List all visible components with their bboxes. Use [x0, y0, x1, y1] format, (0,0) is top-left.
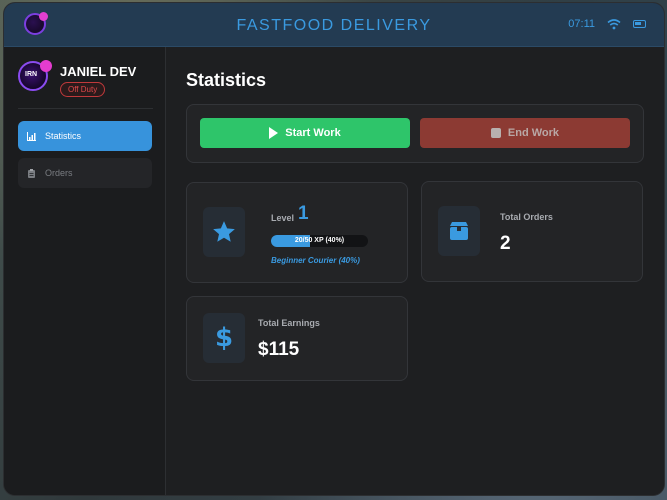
xp-text: 20/50 XP (40%) — [294, 237, 345, 244]
avatar: IRN — [18, 60, 52, 91]
dollar-icon: $ — [214, 323, 234, 353]
status-badge[interactable]: Off Duty — [60, 82, 106, 97]
end-work-label: End Work — [507, 127, 560, 139]
chart-icon — [27, 131, 36, 141]
sidebar-item-label: Orders — [45, 168, 73, 178]
sidebar-divider — [18, 108, 153, 109]
level-value: 1 — [298, 203, 309, 224]
orders-card: Total Orders 2 — [421, 181, 643, 282]
star-icon — [213, 221, 235, 242]
wifi-icon — [607, 19, 621, 30]
level-label: Level — [271, 213, 295, 223]
main-content: Statistics Start Work End Work Level 1 2… — [167, 47, 664, 495]
earnings-value: $115 — [258, 339, 300, 360]
level-card: Level 1 20/50 XP (40%) Beginner Courier … — [186, 182, 408, 283]
clipboard-icon — [28, 168, 35, 178]
rank-text: Beginner Courier (40%) — [271, 256, 360, 265]
app-window: FASTFOOD DELIVERY 07:11 IRN JANIEL DEV O… — [3, 2, 665, 496]
end-work-button[interactable]: End Work — [420, 118, 630, 148]
app-title: FASTFOOD DELIVERY — [236, 17, 432, 34]
profile-name: JANIEL DEV — [60, 64, 137, 79]
earnings-card: $ Total Earnings $115 — [186, 296, 408, 381]
start-work-label: Start Work — [285, 127, 341, 139]
play-icon — [269, 127, 279, 139]
top-bar: FASTFOOD DELIVERY 07:11 — [4, 3, 664, 47]
earnings-label: Total Earnings — [258, 318, 320, 328]
orders-label: Total Orders — [500, 212, 553, 222]
stop-icon — [490, 128, 501, 138]
page-title: Statistics — [186, 70, 267, 90]
sidebar: IRN JANIEL DEV Off Duty Statistics Order… — [4, 47, 166, 495]
status-area: 07:11 — [568, 18, 646, 30]
box-icon — [450, 222, 468, 240]
battery-icon — [633, 20, 646, 28]
sidebar-item-orders[interactable]: Orders — [18, 158, 152, 188]
orders-value: 2 — [500, 233, 511, 254]
level-icon-box — [203, 207, 245, 257]
sidebar-item-statistics[interactable]: Statistics — [18, 121, 152, 151]
sidebar-item-label: Statistics — [45, 131, 82, 141]
avatar-text: IRN — [25, 71, 38, 78]
work-actions-panel: Start Work End Work — [186, 104, 644, 163]
start-work-button[interactable]: Start Work — [200, 118, 410, 148]
earnings-icon-box: $ — [203, 313, 245, 363]
clock: 07:11 — [568, 18, 595, 30]
profile: IRN JANIEL DEV Off Duty — [18, 60, 158, 107]
xp-progress-bar: 20/50 XP (40%) — [271, 235, 368, 247]
orders-icon-box — [438, 206, 480, 256]
